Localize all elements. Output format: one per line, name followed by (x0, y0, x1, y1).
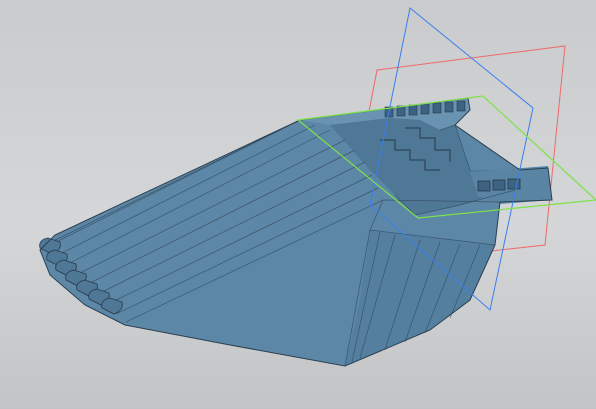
lug-slot-3 (507, 178, 521, 190)
model-scene[interactable] (0, 0, 596, 409)
bucket-3d-model[interactable] (39, 97, 553, 367)
lug-slot-1 (477, 180, 491, 192)
bucket-side-face (345, 230, 495, 366)
lug-slot-2 (492, 179, 506, 191)
3d-viewport[interactable] (0, 0, 596, 409)
bucket-shell[interactable] (40, 98, 552, 366)
